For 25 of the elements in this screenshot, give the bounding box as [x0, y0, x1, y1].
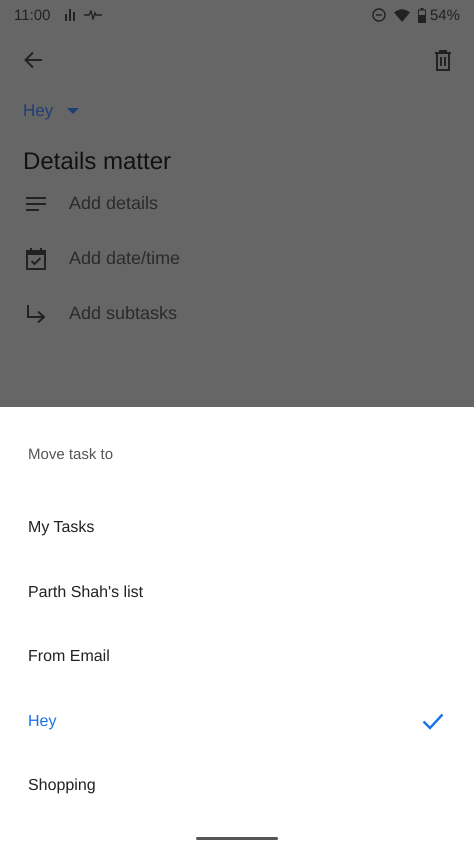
- back-arrow-icon[interactable]: [23, 51, 43, 69]
- action-label[interactable]: Add subtasks: [69, 303, 178, 324]
- trash-icon[interactable]: [434, 50, 452, 70]
- lines-icon: [25, 196, 47, 212]
- task-title[interactable]: Details matter: [23, 148, 474, 176]
- list-option[interactable]: From Email: [0, 625, 474, 690]
- signal-bars-icon: [64, 8, 76, 22]
- list-option[interactable]: My Tasks: [0, 496, 474, 560]
- status-time: 11:00: [14, 6, 50, 24]
- list-option[interactable]: Hey: [0, 690, 474, 754]
- do-not-disturb-icon: [372, 8, 386, 22]
- subtask-arrow-icon: [25, 304, 47, 324]
- battery-icon: [418, 8, 426, 22]
- check-icon: [422, 713, 444, 730]
- list-option[interactable]: Parth Shah's list: [0, 560, 474, 625]
- action-label[interactable]: Add details: [69, 193, 158, 214]
- sheet-title: Move task to: [27, 445, 114, 465]
- calendar-check-icon: [25, 247, 47, 270]
- pulse-icon: [84, 10, 102, 20]
- wifi-icon: [394, 8, 410, 22]
- battery-percentage: 54%: [430, 6, 460, 24]
- dropdown-caret-icon: [67, 108, 80, 114]
- list-option[interactable]: Shopping: [0, 754, 474, 818]
- action-label[interactable]: Add date/time: [69, 248, 180, 269]
- gesture-handle[interactable]: [196, 836, 278, 840]
